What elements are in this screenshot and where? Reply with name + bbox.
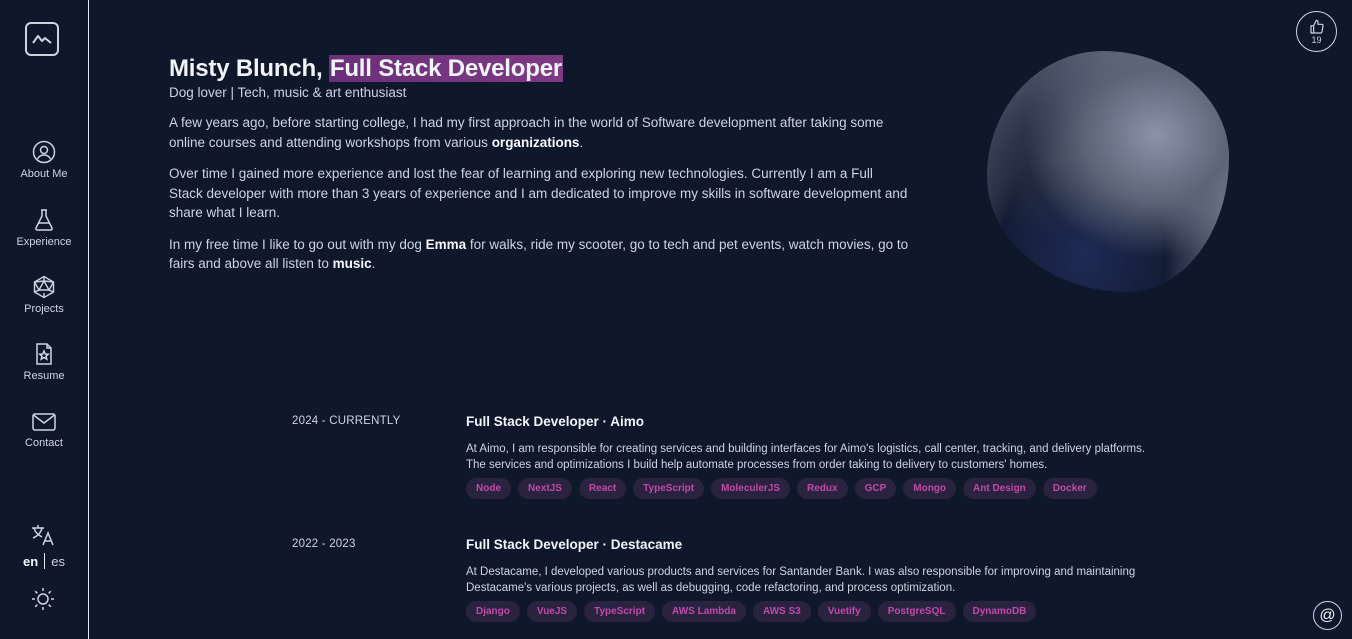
- tech-tags: Django VueJS TypeScript AWS Lambda AWS S…: [466, 601, 1037, 622]
- tech-tag: GCP: [854, 478, 897, 499]
- language-switch: en es: [0, 553, 88, 569]
- tech-tag: Django: [466, 601, 520, 622]
- experience-description: At Aimo, I am responsible for creating s…: [466, 443, 1146, 471]
- profile-photo: [987, 51, 1229, 292]
- about-highlight: Emma: [425, 236, 467, 252]
- like-count: 19: [1311, 34, 1322, 45]
- sidebar-item-label: Contact: [25, 437, 63, 449]
- sidebar-item-about-me[interactable]: About Me: [0, 140, 88, 180]
- logo-mountain-icon[interactable]: [25, 22, 59, 56]
- translate-icon[interactable]: [30, 523, 56, 552]
- experience-date: 2024 - CURRENTLY: [292, 415, 401, 427]
- sidebar: About Me Experience Projects Resume Cont…: [0, 0, 89, 639]
- sun-icon[interactable]: [31, 587, 55, 616]
- tech-tag: VueJS: [526, 601, 578, 622]
- tech-tag: TypeScript: [633, 478, 705, 499]
- experience-title[interactable]: Full Stack Developer · Aimo: [466, 414, 644, 429]
- page-title: Misty Blunch, Full Stack Developer: [169, 54, 909, 84]
- tech-tag: React: [578, 478, 627, 499]
- about-highlight: music: [332, 256, 372, 271]
- like-button[interactable]: 19: [1296, 11, 1337, 52]
- sidebar-item-label: Resume: [23, 370, 65, 382]
- tech-tag: AWS S3: [752, 601, 811, 622]
- lang-es-option[interactable]: es: [51, 554, 65, 569]
- about-paragraph-1: A few years ago, before starting college…: [169, 113, 909, 152]
- tech-tag: Node: [466, 478, 511, 499]
- flask-icon: [35, 209, 53, 231]
- lang-divider: [44, 553, 46, 569]
- about-section: Misty Blunch, Full Stack Developer Dog l…: [169, 54, 909, 274]
- sidebar-item-label: Projects: [24, 303, 64, 315]
- about-paragraph-2: Over time I gained more experience and l…: [169, 166, 908, 220]
- sidebar-item-label: Experience: [16, 236, 72, 248]
- tech-tag: PostgreSQL: [877, 601, 956, 622]
- mail-icon: [32, 413, 56, 431]
- contact-at-button[interactable]: @: [1313, 601, 1342, 630]
- tech-tag: TypeScript: [584, 601, 656, 622]
- polyhedron-icon: [33, 275, 55, 299]
- tech-tag: DynamoDB: [962, 601, 1037, 622]
- about-paragraph-3: In my free time I like to go out with my…: [169, 235, 909, 274]
- tech-tags: Node NextJS React TypeScript MoleculerJS…: [466, 478, 1097, 499]
- title-role-highlight: Full Stack Developer: [328, 55, 563, 82]
- sidebar-item-projects[interactable]: Projects: [0, 275, 88, 315]
- experience-description: At Destacame, I developed various produc…: [466, 566, 1136, 594]
- lang-en-option[interactable]: en: [23, 554, 38, 569]
- title-name: Misty Blunch,: [169, 55, 323, 82]
- subtitle: Dog lover | Tech, music & art enthusiast: [169, 85, 407, 100]
- thumbs-up-icon: [1309, 19, 1324, 34]
- user-circle-icon: [32, 140, 56, 164]
- file-star-icon: [36, 343, 52, 365]
- about-text: .: [579, 134, 584, 150]
- experience-title[interactable]: Full Stack Developer · Destacame: [466, 537, 682, 552]
- tech-tag: Redux: [797, 478, 848, 499]
- sidebar-item-resume[interactable]: Resume: [0, 342, 88, 382]
- tech-tag: MoleculerJS: [711, 478, 791, 499]
- sidebar-item-contact[interactable]: Contact: [0, 411, 88, 449]
- about-text: .: [371, 256, 376, 271]
- tech-tag: Ant Design: [963, 478, 1036, 499]
- tech-tag: AWS Lambda: [662, 601, 746, 622]
- sidebar-item-experience[interactable]: Experience: [0, 208, 88, 248]
- tech-tag: Vuetify: [817, 601, 871, 622]
- about-highlight: organizations: [491, 134, 580, 150]
- sidebar-item-label: About Me: [20, 168, 68, 180]
- tech-tag: Docker: [1042, 478, 1097, 499]
- tech-tag: NextJS: [518, 478, 572, 499]
- tech-tag: Mongo: [903, 478, 957, 499]
- experience-date: 2022 - 2023: [292, 538, 356, 550]
- about-text: In my free time I like to go out with my…: [169, 236, 426, 252]
